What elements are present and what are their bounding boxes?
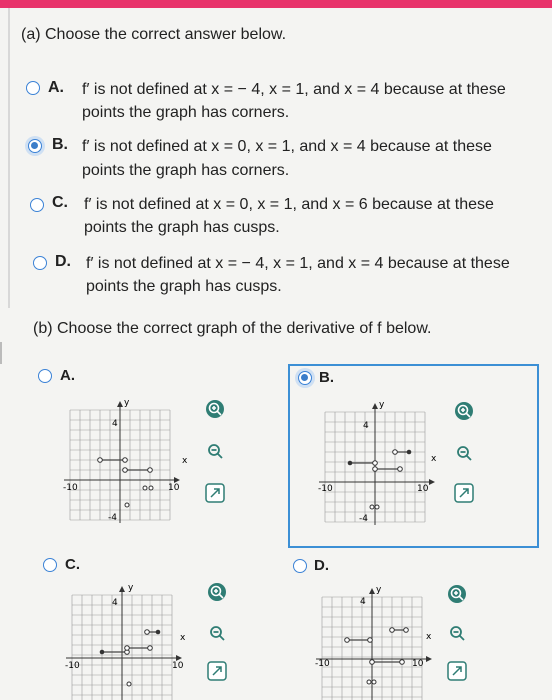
graph-c-ylabel: y xyxy=(128,583,134,593)
graph-b-xlabel: x xyxy=(431,454,437,464)
graph-b-xmin: -10 xyxy=(318,484,333,494)
option-b-line1: f′ is not defined at x = 0, x = 1, and x… xyxy=(82,138,492,155)
graph-c-xmin: -10 xyxy=(65,661,80,671)
graph-a-ylabel: y xyxy=(124,398,130,408)
zoom-in-icon[interactable] xyxy=(453,400,475,422)
graph-radio-d[interactable] xyxy=(293,559,307,573)
popout-icon[interactable] xyxy=(204,482,226,504)
graph-c-ymax: 4 xyxy=(112,598,118,608)
option-a-line1: f′ is not defined at x = − 4, x = 1, and… xyxy=(82,81,506,98)
option-b-line2: points the graph has corners. xyxy=(82,162,290,179)
graph-b-ylabel: y xyxy=(379,400,385,410)
graph-a-xmax: 10 xyxy=(168,483,180,493)
zoom-out-icon[interactable] xyxy=(446,622,468,644)
option-c-line2: points the graph has cusps. xyxy=(84,219,280,236)
graph-b-ymax: 4 xyxy=(363,421,369,431)
graph-c: 4 y x -10 10 xyxy=(65,583,186,700)
graph-a: 4 y x -10 10 -4 xyxy=(63,398,188,523)
graph-a-xmin: -10 xyxy=(63,483,78,493)
graph-d-xmax: 10 xyxy=(412,659,424,669)
zoom-out-icon[interactable] xyxy=(453,442,475,464)
graph-b: 4 y x -10 10 -4 xyxy=(318,400,437,525)
part-b-heading: (b) Choose the correct graph of the deri… xyxy=(33,320,432,337)
graph-option-d-letter: D. xyxy=(314,557,329,574)
option-d-letter: D. xyxy=(55,253,71,270)
option-c-letter: C. xyxy=(52,194,68,211)
zoom-out-icon[interactable] xyxy=(204,440,226,462)
graph-d-ymax: 4 xyxy=(360,597,366,607)
graph-radio-b[interactable] xyxy=(298,371,312,385)
graph-b-xmax: 10 xyxy=(417,484,429,494)
graph-radio-c[interactable] xyxy=(43,558,57,572)
option-d-line2: points the graph has cusps. xyxy=(86,278,282,295)
option-a-line2: points the graph has corners. xyxy=(82,104,290,121)
option-b-letter: B. xyxy=(52,136,68,153)
popout-icon[interactable] xyxy=(206,660,228,682)
graph-d: 4 y x -10 10 xyxy=(315,585,432,700)
graph-c-xmax: 10 xyxy=(172,661,184,671)
graph-d-ylabel: y xyxy=(376,585,382,595)
graph-b-ymin: -4 xyxy=(359,514,368,524)
radio-b[interactable] xyxy=(28,139,42,153)
zoom-in-icon[interactable] xyxy=(206,581,228,603)
graph-c-xlabel: x xyxy=(180,633,186,643)
part-a-heading: (a) Choose the correct answer below. xyxy=(21,26,287,43)
left-divider xyxy=(8,8,10,308)
graph-option-c-letter: C. xyxy=(65,556,80,573)
graph-a-ymax: 4 xyxy=(112,419,118,429)
top-accent-bar xyxy=(0,0,552,8)
option-d-line1: f′ is not defined at x = − 4, x = 1, and… xyxy=(86,255,510,272)
graph-option-b-letter: B. xyxy=(319,369,334,386)
radio-d[interactable] xyxy=(33,256,47,270)
radio-c[interactable] xyxy=(30,198,44,212)
side-tick xyxy=(0,342,2,364)
zoom-in-icon[interactable] xyxy=(446,583,468,605)
graph-d-xlabel: x xyxy=(426,632,432,642)
zoom-out-icon[interactable] xyxy=(206,622,228,644)
graph-a-ymin: -4 xyxy=(108,513,117,523)
graph-radio-a[interactable] xyxy=(38,369,52,383)
zoom-in-icon[interactable] xyxy=(204,398,226,420)
popout-icon[interactable] xyxy=(453,482,475,504)
option-a-letter: A. xyxy=(48,79,64,96)
graph-d-xmin: -10 xyxy=(315,659,330,669)
radio-a[interactable] xyxy=(26,81,40,95)
graph-option-a-letter: A. xyxy=(60,367,75,384)
popout-icon[interactable] xyxy=(446,660,468,682)
option-c-line1: f′ is not defined at x = 0, x = 1, and x… xyxy=(84,196,494,213)
graph-a-xlabel: x xyxy=(182,456,188,466)
